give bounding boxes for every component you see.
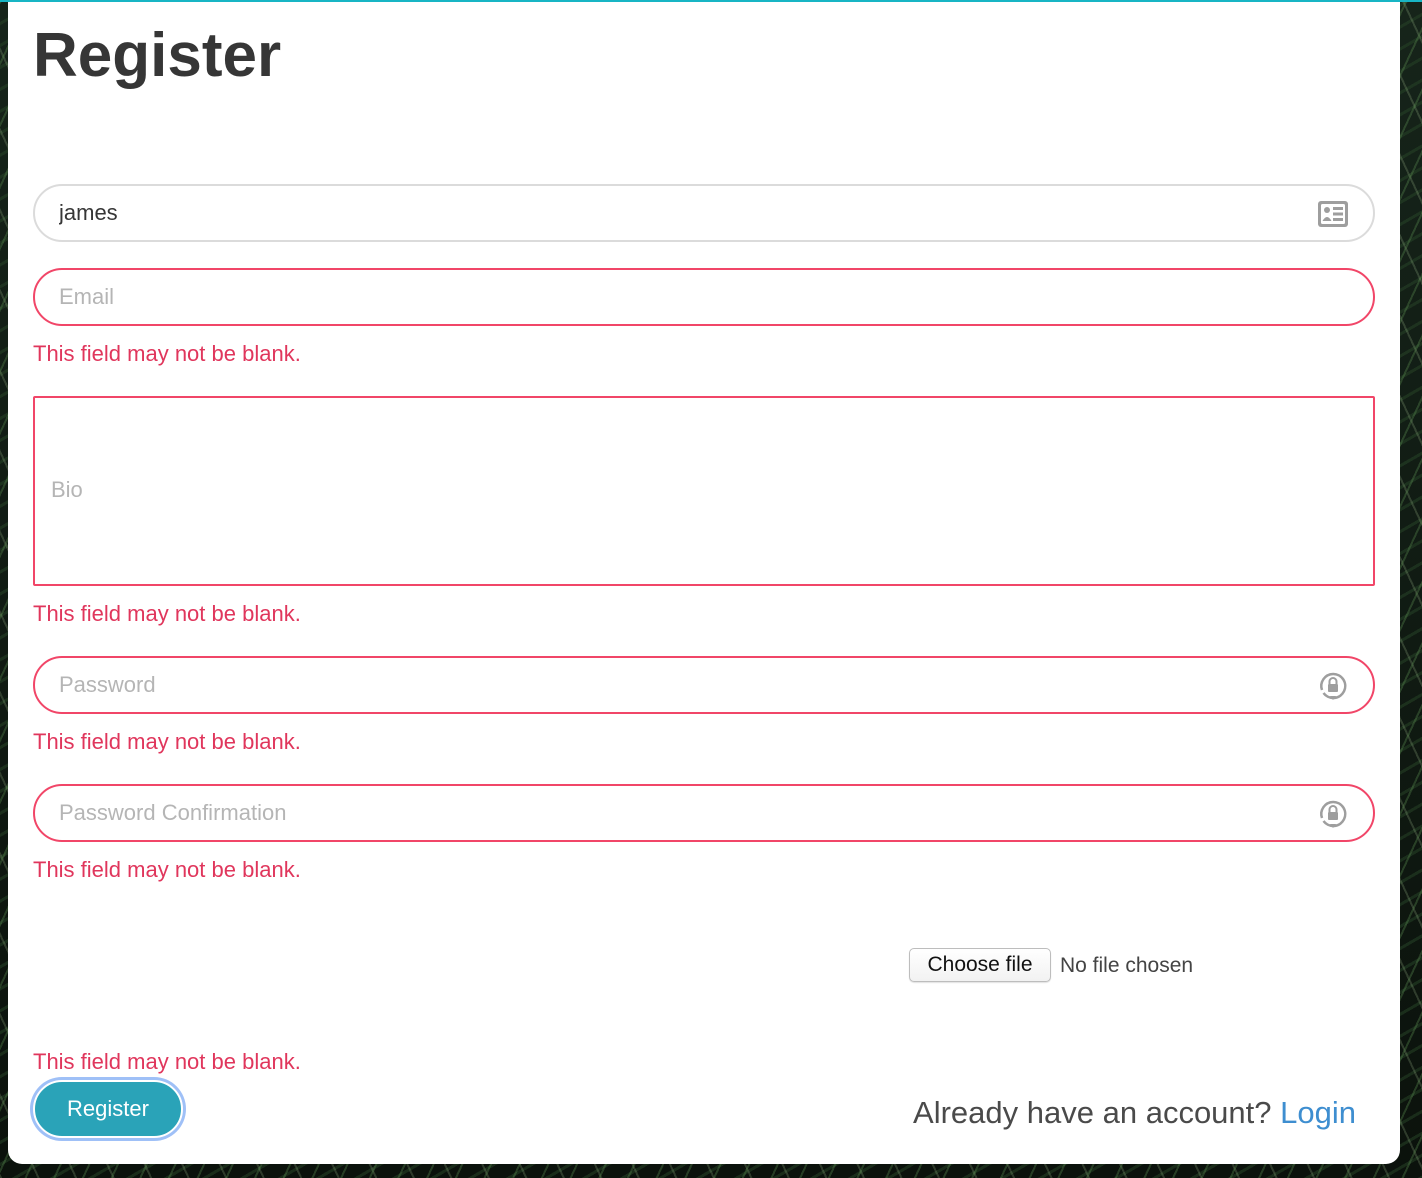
- username-input[interactable]: [59, 186, 1289, 240]
- password-field-wrapper: [33, 656, 1375, 714]
- register-button[interactable]: Register: [33, 1080, 183, 1138]
- username-field-wrapper: [33, 184, 1375, 242]
- image-error: This field may not be blank.: [33, 1049, 301, 1074]
- bio-field-wrapper: [33, 396, 1375, 586]
- page-title: Register: [33, 21, 282, 90]
- bio-error: This field may not be blank.: [33, 601, 301, 626]
- password-error: This field may not be blank.: [33, 729, 301, 754]
- password-confirmation-input[interactable]: [59, 786, 1289, 840]
- password-confirmation-field-wrapper: [33, 784, 1375, 842]
- password-confirmation-error: This field may not be blank.: [33, 857, 301, 882]
- id-card-icon: [1317, 199, 1349, 229]
- email-input[interactable]: [59, 270, 1289, 324]
- email-field-wrapper: [33, 268, 1375, 326]
- lock-refresh-icon: [1317, 671, 1349, 701]
- register-card: Register This field may not be blank. Th…: [8, 2, 1400, 1164]
- login-prompt-text: Already have an account?: [913, 1095, 1272, 1130]
- file-status-text: No file chosen: [1060, 954, 1194, 977]
- email-error: This field may not be blank.: [33, 341, 301, 366]
- choose-file-button[interactable]: Choose file: [909, 948, 1051, 982]
- password-input[interactable]: [59, 658, 1289, 712]
- bio-textarea[interactable]: [35, 398, 1373, 584]
- login-prompt: Already have an account? Login: [913, 1094, 1356, 1132]
- lock-refresh-icon: [1317, 799, 1349, 829]
- login-link[interactable]: Login: [1280, 1095, 1356, 1130]
